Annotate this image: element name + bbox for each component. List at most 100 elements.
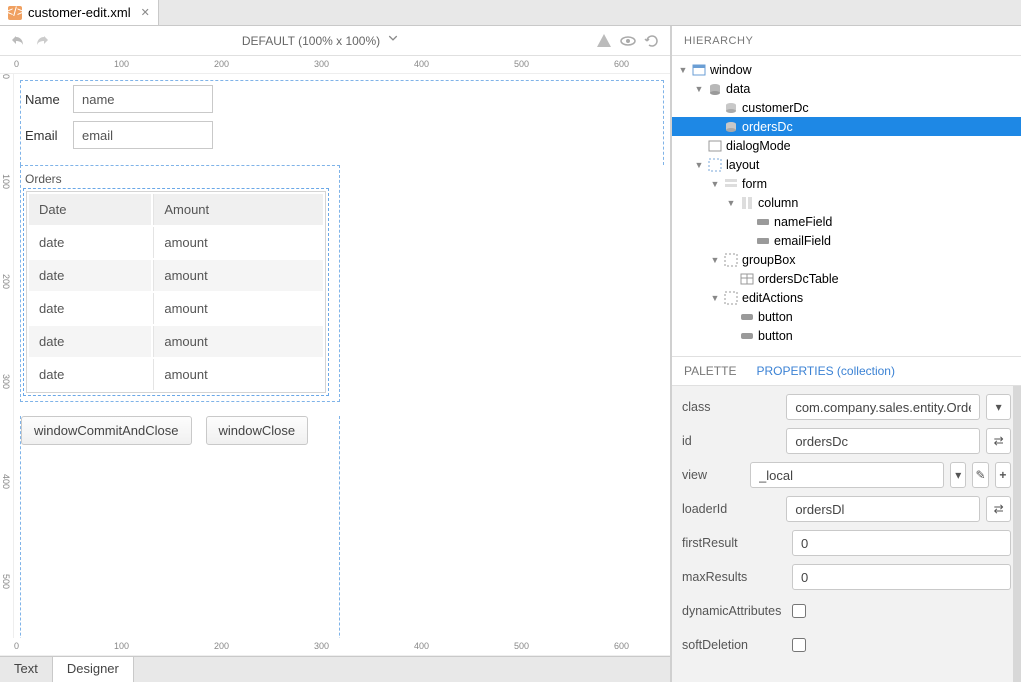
properties-tabs: PALETTE PROPERTIES (collection): [672, 356, 1021, 386]
commit-close-button[interactable]: windowCommitAndClose: [21, 416, 192, 445]
button-icon: [740, 310, 754, 324]
tree-item-dialogMode[interactable]: dialogMode: [672, 136, 1021, 155]
tree-item-nameField[interactable]: nameField: [672, 212, 1021, 231]
warning-icon[interactable]: [596, 33, 612, 49]
tree-twisty[interactable]: ▼: [710, 179, 720, 189]
tree-twisty[interactable]: ▼: [694, 84, 704, 94]
orders-table[interactable]: Date Amount dateamountdateamountdateamou…: [26, 191, 326, 393]
orders-label: Orders: [25, 172, 337, 186]
tree-item-groupBox[interactable]: ▼groupBox: [672, 250, 1021, 269]
tree-item-ordersDcTable[interactable]: ordersDcTable: [672, 269, 1021, 288]
actions-icon: [724, 291, 738, 305]
email-field[interactable]: [73, 121, 213, 149]
tree-item-form[interactable]: ▼form: [672, 174, 1021, 193]
tree-item-button[interactable]: button: [672, 326, 1021, 345]
layout-icon: [708, 158, 722, 172]
ruler-horizontal-bottom: 0100200300400500600: [0, 638, 670, 656]
tree-twisty[interactable]: ▼: [710, 255, 720, 265]
column-icon: [740, 196, 754, 210]
prop-dynattr-checkbox[interactable]: [792, 604, 806, 618]
designer-pane: DEFAULT (100% x 100%) 010020030040050060…: [0, 26, 671, 682]
chevron-down-icon[interactable]: ▾: [950, 462, 966, 488]
close-icon[interactable]: ✕: [141, 6, 150, 19]
form-icon: [724, 177, 738, 191]
bottom-tabs: Text Designer: [0, 656, 670, 682]
tree-twisty[interactable]: ▼: [678, 65, 688, 75]
chevron-down-icon[interactable]: ▾: [986, 394, 1011, 420]
tree-item-label: ordersDc: [742, 120, 793, 134]
prop-class-input[interactable]: [786, 394, 980, 420]
prop-id-label: id: [682, 434, 780, 448]
tree-twisty[interactable]: ▼: [710, 293, 720, 303]
tree-item-label: button: [758, 310, 793, 324]
xml-icon: </>: [8, 6, 22, 20]
lower-area: windowCommitAndClose windowClose: [20, 416, 340, 638]
tree-item-label: button: [758, 329, 793, 343]
col-date[interactable]: Date: [29, 194, 151, 225]
design-canvas[interactable]: Name Email Orders Date Amount: [14, 74, 670, 638]
tree-item-button[interactable]: button: [672, 307, 1021, 326]
tree-item-emailField[interactable]: emailField: [672, 231, 1021, 250]
hierarchy-tree[interactable]: ▼ window ▼datacustomerDc ordersDc dialogMode…: [672, 56, 1021, 356]
tree-item-data[interactable]: ▼data: [672, 79, 1021, 98]
tree-item-ordersDc[interactable]: ordersDc: [672, 117, 1021, 136]
swap-icon[interactable]: ⇄: [986, 496, 1011, 522]
tree-item-editActions[interactable]: ▼ editActions: [672, 288, 1021, 307]
name-label: Name: [25, 92, 65, 107]
tree-item-label: column: [758, 196, 798, 210]
svg-text:</>: </>: [8, 6, 22, 19]
swap-icon[interactable]: ⇄: [986, 428, 1011, 454]
designer-toolbar: DEFAULT (100% x 100%): [0, 26, 670, 56]
tree-item-window[interactable]: ▼ window: [672, 60, 1021, 79]
close-button[interactable]: windowClose: [206, 416, 309, 445]
ruler-vertical: 0100200300400500: [0, 74, 14, 638]
prop-view-label: view: [682, 468, 744, 482]
table-row[interactable]: dateamount: [29, 359, 323, 390]
tab-text[interactable]: Text: [0, 657, 53, 682]
prop-id-input[interactable]: [786, 428, 980, 454]
prop-firstresult-label: firstResult: [682, 536, 786, 550]
tree-twisty[interactable]: ▼: [694, 160, 704, 170]
prop-loaderid-label: loaderId: [682, 502, 780, 516]
zoom-label[interactable]: DEFAULT (100% x 100%): [242, 34, 380, 48]
tree-item-label: nameField: [774, 215, 832, 229]
prop-softdel-checkbox[interactable]: [792, 638, 806, 652]
prop-class-label: class: [682, 400, 780, 414]
tree-item-label: dialogMode: [726, 139, 791, 153]
pencil-icon[interactable]: ✎: [972, 462, 988, 488]
hierarchy-title: HIERARCHY: [672, 26, 1021, 56]
tab-palette[interactable]: PALETTE: [684, 364, 736, 378]
tab-designer[interactable]: Designer: [53, 657, 134, 682]
tab-properties[interactable]: PROPERTIES (collection): [756, 364, 895, 378]
eye-icon[interactable]: [620, 33, 636, 49]
tree-item-customerDc[interactable]: customerDc: [672, 98, 1021, 117]
tree-twisty[interactable]: ▼: [726, 198, 736, 208]
tree-item-label: emailField: [774, 234, 831, 248]
tree-item-label: layout: [726, 158, 759, 172]
tree-item-label: ordersDcTable: [758, 272, 839, 286]
email-label: Email: [25, 128, 65, 143]
prop-loaderid-input[interactable]: [786, 496, 980, 522]
tree-item-label: window: [710, 63, 752, 77]
prop-maxresults-label: maxResults: [682, 570, 786, 584]
table-row[interactable]: dateamount: [29, 260, 323, 291]
tree-item-label: editActions: [742, 291, 803, 305]
file-tab[interactable]: </> customer-edit.xml ✕: [0, 0, 159, 25]
prop-maxresults-input[interactable]: [792, 564, 1011, 590]
name-field[interactable]: [73, 85, 213, 113]
tree-item-column[interactable]: ▼ column: [672, 193, 1021, 212]
dc-icon: [724, 120, 738, 134]
prop-view-input[interactable]: [750, 462, 944, 488]
chevron-down-icon[interactable]: [388, 33, 404, 49]
plus-icon[interactable]: +: [995, 462, 1011, 488]
redo-icon[interactable]: [34, 33, 50, 49]
table-row[interactable]: dateamount: [29, 326, 323, 357]
field-icon: [756, 215, 770, 229]
tree-item-layout[interactable]: ▼ layout: [672, 155, 1021, 174]
col-amount[interactable]: Amount: [153, 194, 323, 225]
table-row[interactable]: dateamount: [29, 227, 323, 258]
undo-icon[interactable]: [10, 33, 26, 49]
prop-firstresult-input[interactable]: [792, 530, 1011, 556]
table-row[interactable]: dateamount: [29, 293, 323, 324]
refresh-icon[interactable]: [644, 33, 660, 49]
